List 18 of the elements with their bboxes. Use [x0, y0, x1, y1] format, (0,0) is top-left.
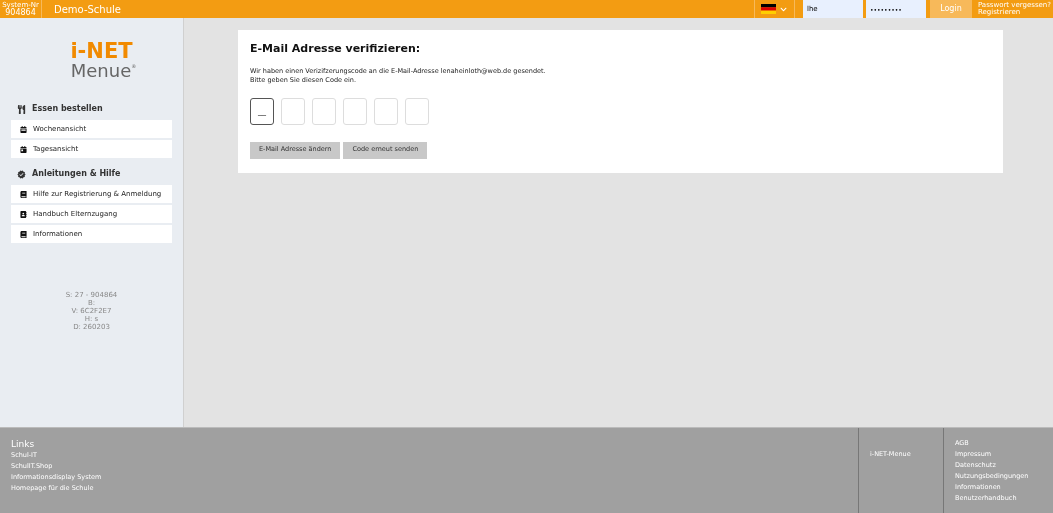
- contact-book-icon: [20, 210, 27, 218]
- card-title: E-Mail Adresse verifizieren:: [250, 41, 422, 57]
- section-title: Anleitungen & Hilfe: [32, 168, 121, 180]
- calendar-icon: [20, 145, 27, 153]
- logo: i-NET Menue$^{®}$: [69, 41, 138, 80]
- fork-knife-icon: [17, 104, 26, 114]
- badge-check-icon: [17, 169, 26, 179]
- school-name: Demo-Schule: [53, 2, 122, 17]
- code-digit-field[interactable]: __: [250, 97, 274, 125]
- book-icon: [20, 230, 27, 238]
- section-title: Essen bestellen: [32, 103, 103, 115]
- chevron-down-icon: [780, 5, 788, 13]
- footer-heading: Links: [11, 439, 36, 450]
- system-number: 904864: [5, 8, 36, 17]
- calendar-icon: [20, 125, 27, 133]
- book-icon: [20, 190, 27, 198]
- login-button[interactable]: Login: [929, 0, 972, 18]
- german-flag-icon: [761, 4, 777, 14]
